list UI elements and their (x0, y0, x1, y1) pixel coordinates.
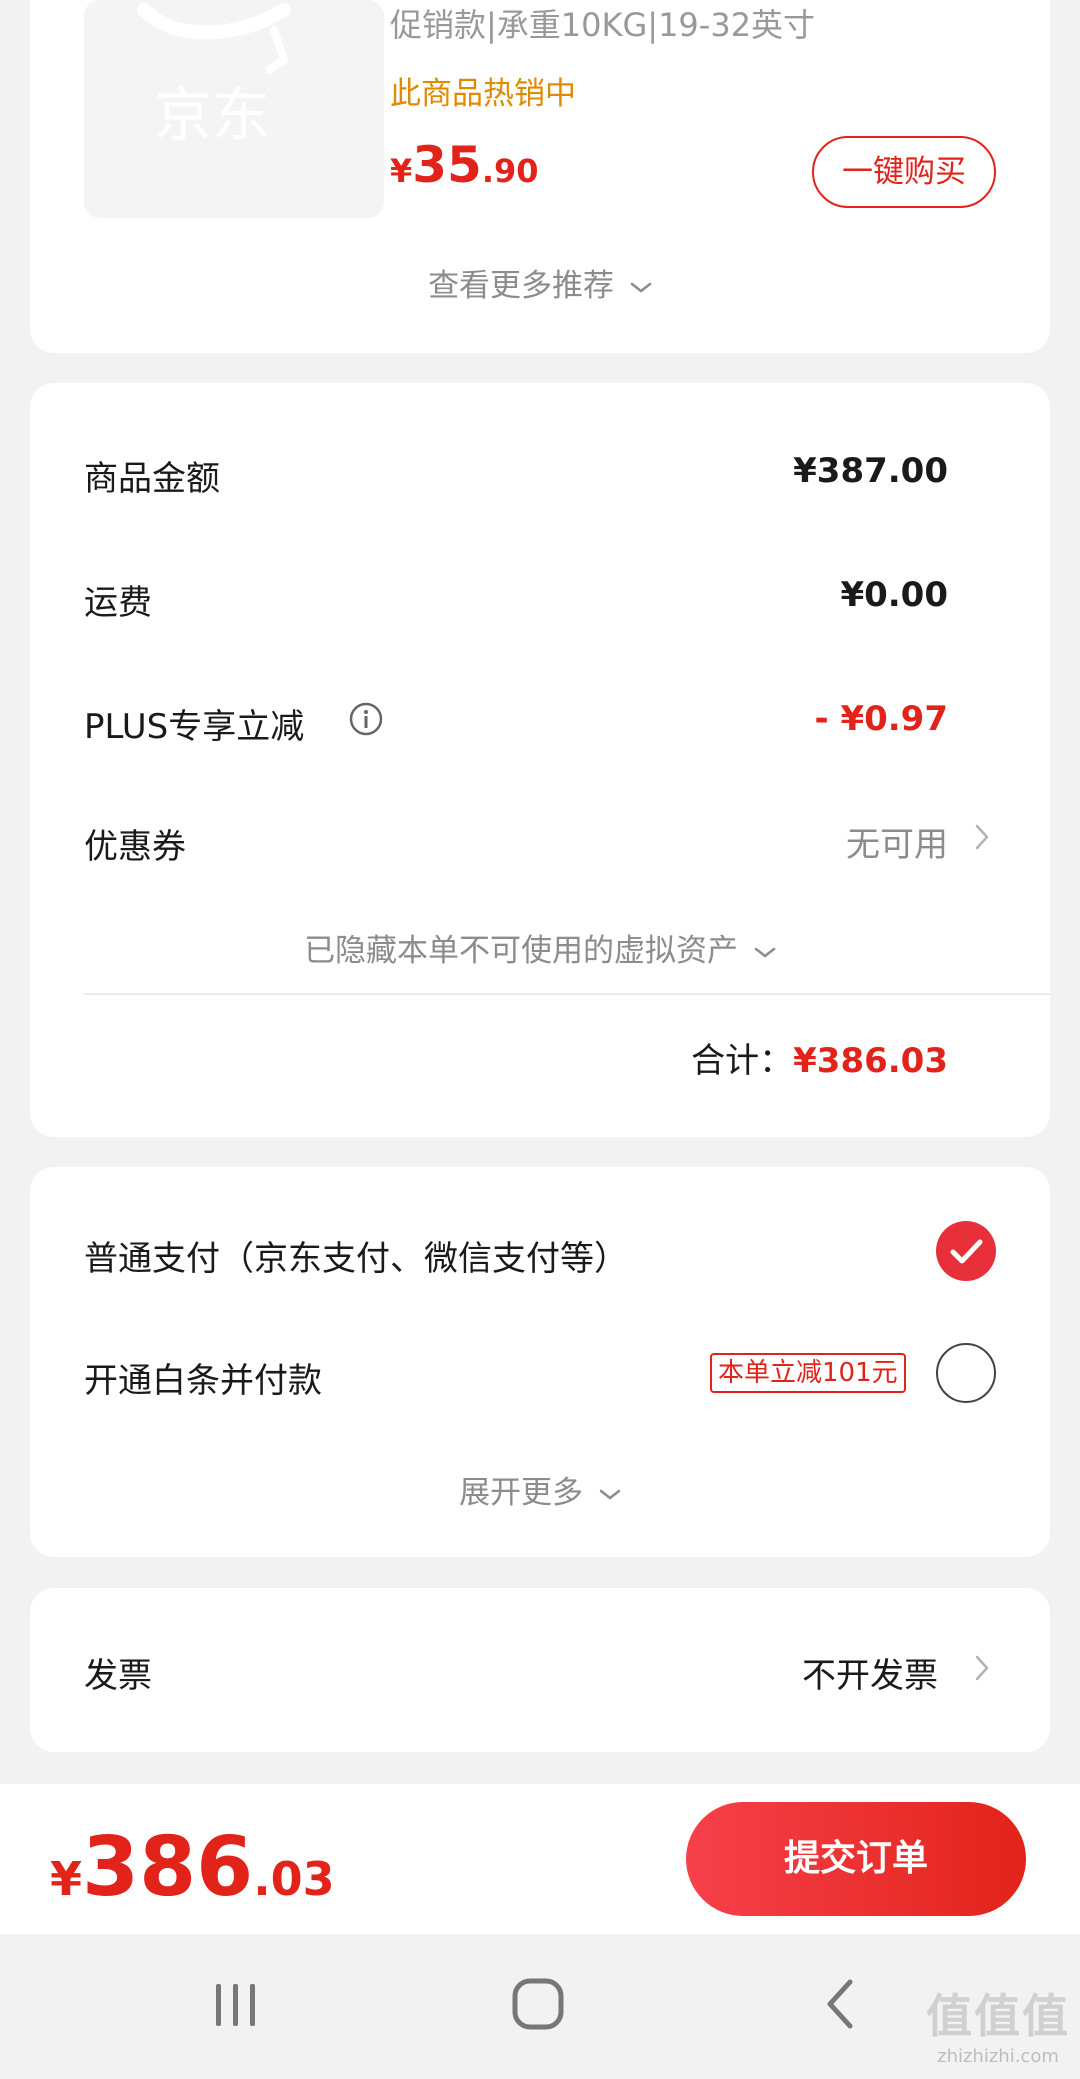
order-total: 合计：¥386.03 (691, 1033, 948, 1082)
order-summary-card: 商品金额 ¥387.00 运费 ¥0.00 PLUS专享立减 - ¥0.97 优… (30, 383, 1050, 1137)
plus-discount-label: PLUS专享立减 (84, 707, 305, 747)
product-thumbnail[interactable]: 京东 (84, 0, 384, 218)
checkout-total-price: ¥386.03 (50, 1820, 335, 1915)
expand-more-label: 展开更多 (459, 1475, 584, 1511)
shipping-label: 运费 (84, 583, 152, 623)
checkmark-icon (950, 1239, 983, 1264)
system-nav-bar (0, 1934, 1080, 2079)
chevron-right-icon[interactable] (974, 1654, 990, 1682)
invoice-value[interactable]: 不开发票 (802, 1648, 938, 1697)
home-icon[interactable] (498, 1974, 578, 2034)
checkout-price-decimal: .03 (253, 1852, 335, 1906)
price-currency: ¥ (390, 152, 413, 190)
payment-baitiao-radio[interactable] (936, 1343, 996, 1403)
summary-divider (84, 993, 1050, 995)
invoice-card[interactable]: 发票 不开发票 (30, 1588, 1050, 1752)
payment-method-card: 普通支付（京东支付、微信支付等） 开通白条并付款 本单立减101元 展开更多 (30, 1167, 1050, 1557)
checkout-currency: ¥ (50, 1852, 83, 1906)
one-click-buy-button[interactable]: 一键购买 (812, 136, 996, 208)
price-decimal: .90 (481, 152, 539, 190)
watermark-url: zhizhizhi.com (937, 2046, 1059, 2067)
chevron-down-icon (754, 947, 776, 958)
checkout-price-integer: 386 (82, 1820, 254, 1915)
recent-apps-icon[interactable] (196, 1974, 276, 2034)
view-more-recommendations[interactable]: 查看更多推荐 (30, 260, 1050, 305)
payment-normal-label[interactable]: 普通支付（京东支付、微信支付等） (84, 1231, 628, 1280)
checkout-bar: ¥386.03 提交订单 (0, 1784, 1080, 1934)
chevron-down-icon (599, 1489, 621, 1500)
payment-baitiao-label[interactable]: 开通白条并付款 (84, 1353, 322, 1402)
total-label: 合计： (691, 1041, 794, 1081)
baitiao-promo-badge: 本单立减101元 (710, 1353, 906, 1393)
plus-discount-value: - ¥0.97 (814, 699, 949, 739)
svg-text:京东: 京东 (154, 81, 270, 149)
product-title: 促销款|承重10KG|19-32英寸 (390, 6, 816, 44)
coupon-label: 优惠券 (84, 827, 186, 867)
product-price: ¥35.90 (390, 136, 539, 194)
goods-amount-label: 商品金额 (84, 459, 220, 499)
price-integer: 35 (412, 136, 482, 194)
view-more-label: 查看更多推荐 (428, 268, 615, 304)
invoice-label: 发票 (84, 1656, 152, 1696)
recommend-card: 京东 促销款|承重10KG|19-32英寸 此商品热销中 ¥35.90 一键购买… (30, 0, 1050, 353)
jd-logo-watermark-icon: 京东 (137, 3, 291, 149)
hot-selling-label: 此商品热销中 (390, 76, 576, 112)
watermark-text: 值值值 (926, 1989, 1070, 2043)
coupon-value[interactable]: 无可用 (846, 817, 948, 866)
expand-more-payment[interactable]: 展开更多 (30, 1467, 1050, 1512)
goods-amount-value: ¥387.00 (793, 451, 948, 491)
hidden-assets-toggle[interactable]: 已隐藏本单不可使用的虚拟资产 (30, 925, 1050, 970)
submit-order-button[interactable]: 提交订单 (686, 1802, 1026, 1916)
shipping-value: ¥0.00 (840, 575, 948, 615)
back-icon[interactable] (800, 1974, 880, 2034)
payment-normal-radio[interactable] (936, 1221, 996, 1281)
hidden-assets-label: 已隐藏本单不可使用的虚拟资产 (304, 933, 739, 969)
site-watermark: 值值值 zhizhizhi.com (926, 1980, 1070, 2067)
info-icon[interactable] (348, 701, 384, 737)
chevron-down-icon (630, 282, 652, 293)
chevron-right-icon[interactable] (974, 823, 990, 851)
total-value: ¥386.03 (793, 1041, 948, 1081)
